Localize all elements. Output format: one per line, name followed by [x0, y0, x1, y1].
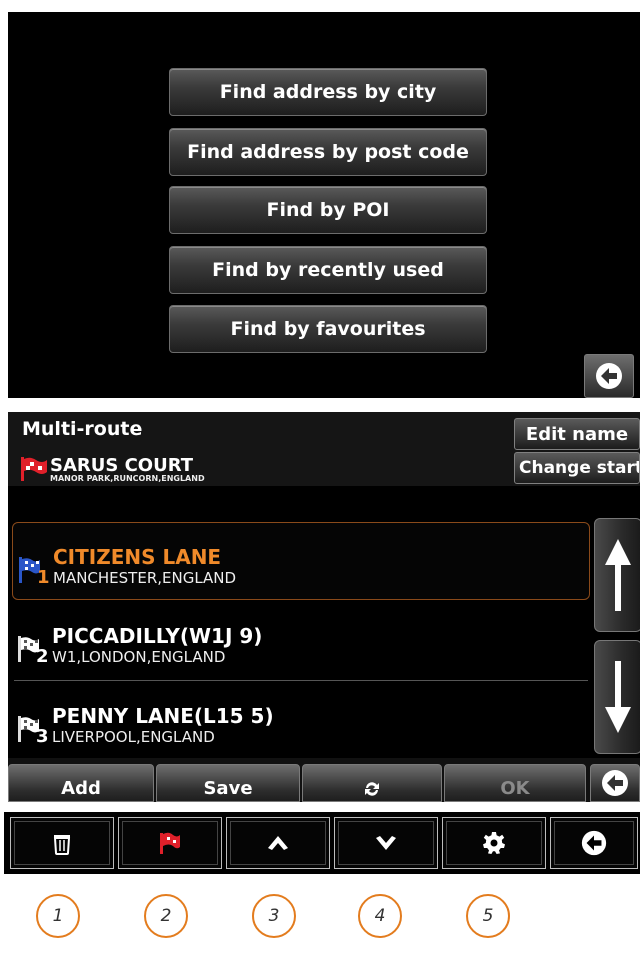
save-button[interactable]: Save: [156, 764, 300, 802]
icon-toolbar: [4, 812, 640, 874]
start-flag-icon: [21, 457, 47, 481]
arrow-up-icon: [605, 539, 631, 611]
stop-number: 3: [36, 726, 49, 747]
stop-name: PICCADILLY(W1J 9): [52, 624, 263, 648]
callout-1: 1: [36, 894, 80, 938]
page-title: Multi-route: [22, 418, 143, 440]
scroll-up-button[interactable]: [594, 518, 640, 632]
find-by-poi-button[interactable]: Find by POI: [169, 186, 487, 234]
back-button[interactable]: [590, 764, 640, 802]
stop-address: W1,LONDON,ENGLAND: [52, 648, 226, 666]
move-up-button[interactable]: [226, 817, 330, 869]
route-stop-3[interactable]: 3 PENNY LANE(L15 5) LIVERPOOL,ENGLAND: [12, 682, 590, 760]
delete-button[interactable]: [10, 817, 114, 869]
stop-number: 2: [36, 646, 49, 667]
find-address-by-post-code-button[interactable]: Find address by post code: [169, 128, 487, 176]
callout-2: 2: [144, 894, 188, 938]
edit-name-button[interactable]: Edit name: [514, 418, 640, 450]
optimize-button[interactable]: [302, 764, 442, 802]
search-menu-screen: Find address by city Find address by pos…: [8, 12, 640, 398]
stop-address: LIVERPOOL,ENGLAND: [52, 728, 215, 746]
scroll-down-button[interactable]: [594, 640, 640, 754]
callout-4: 4: [358, 894, 402, 938]
back-button[interactable]: [584, 354, 634, 398]
back-arrow-icon: [602, 770, 628, 796]
stop-number: 1: [37, 567, 50, 588]
change-start-button[interactable]: Change start: [514, 452, 640, 484]
row-divider: [14, 680, 588, 681]
back-arrow-icon: [596, 363, 622, 389]
refresh-icon: [365, 782, 379, 796]
stop-name: PENNY LANE(L15 5): [52, 704, 274, 728]
find-by-recently-used-button[interactable]: Find by recently used: [169, 246, 487, 294]
route-stop-2[interactable]: 2 PICCADILLY(W1J 9) W1,LONDON,ENGLAND: [12, 602, 590, 680]
trash-icon: [53, 835, 71, 855]
set-destination-button[interactable]: [118, 817, 222, 869]
callout-5: 5: [466, 894, 510, 938]
chevron-down-icon: [376, 836, 396, 850]
settings-button[interactable]: [442, 817, 546, 869]
find-by-favourites-button[interactable]: Find by favourites: [169, 305, 487, 353]
start-location-name: SARUS COURT: [50, 455, 194, 476]
flag-icon: [160, 832, 180, 854]
back-button[interactable]: [550, 817, 638, 869]
ok-button[interactable]: OK: [444, 764, 586, 802]
add-button[interactable]: Add: [8, 764, 154, 802]
multi-route-screen: Multi-route Edit name Change start SARUS…: [8, 412, 640, 802]
stop-name: CITIZENS LANE: [53, 545, 222, 569]
chevron-up-icon: [268, 836, 288, 850]
stop-address: MANCHESTER,ENGLAND: [53, 569, 237, 587]
arrow-down-icon: [605, 661, 631, 733]
back-arrow-icon: [581, 830, 607, 856]
move-down-button[interactable]: [334, 817, 438, 869]
callout-3: 3: [252, 894, 296, 938]
gear-icon: [483, 832, 505, 854]
route-stop-1[interactable]: 1 CITIZENS LANE MANCHESTER,ENGLAND: [12, 522, 590, 600]
start-location-address: MANOR PARK,RUNCORN,ENGLAND: [50, 474, 205, 483]
find-address-by-city-button[interactable]: Find address by city: [169, 68, 487, 116]
